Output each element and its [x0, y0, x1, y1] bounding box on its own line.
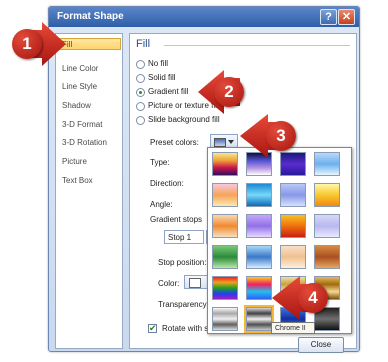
- callout-badge-1: 1: [12, 29, 42, 59]
- callout-arrows: [30, 22, 316, 320]
- callout-badge-4: 4: [298, 283, 328, 313]
- callout-badge-2: 2: [214, 77, 244, 107]
- callout-badge-3: 3: [266, 121, 296, 151]
